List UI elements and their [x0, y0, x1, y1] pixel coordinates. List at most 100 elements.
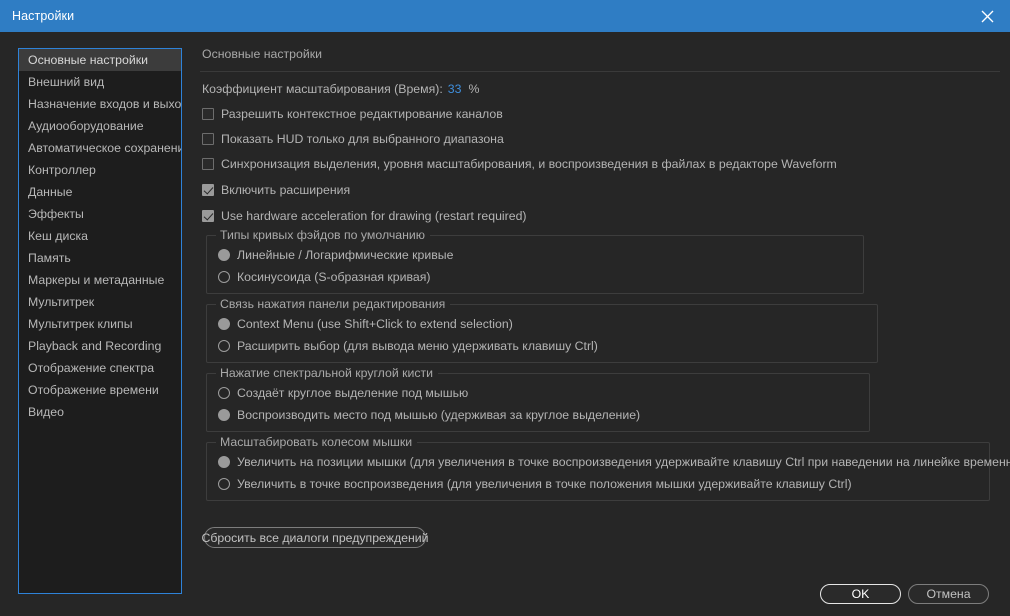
checkbox-enable-extensions[interactable]: Включить расширения: [202, 183, 350, 197]
sidebar-item-memory[interactable]: Память: [19, 247, 181, 269]
checkbox-label: Разрешить контекстное редактирование кан…: [221, 107, 503, 121]
group-spectral-brush-click: Нажатие спектральной круглой кисти Созда…: [206, 366, 870, 432]
reset-warning-dialogs-label: Сбросить все диалоги предупреждений: [201, 530, 429, 545]
sidebar-item-auto-save[interactable]: Автоматическое сохранение: [19, 137, 181, 159]
sidebar-item-time-display[interactable]: Отображение времени: [19, 379, 181, 401]
group-default-fade-curves: Типы кривых фэйдов по умолчанию Линейные…: [206, 228, 864, 294]
checkbox-sync-selection-zoom[interactable]: Синхронизация выделения, уровня масштаби…: [202, 157, 837, 171]
cancel-button[interactable]: Отмена: [908, 584, 989, 604]
sidebar-item-effects[interactable]: Эффекты: [19, 203, 181, 225]
group-title: Нажатие спектральной круглой кисти: [216, 366, 439, 380]
radio-context-menu[interactable]: Context Menu (use Shift+Click to extend …: [218, 317, 513, 331]
radio-label: Увеличить на позиции мышки (для увеличен…: [237, 455, 1010, 469]
radio-label: Косинусоида (S-образная кривая): [237, 270, 431, 284]
settings-content-pane: Основные настройки Коэффициент масштабир…: [194, 38, 1010, 578]
checkbox-icon: [202, 108, 214, 120]
sidebar-item-label: Эффекты: [28, 207, 84, 221]
sidebar-item-control-surface[interactable]: Контроллер: [19, 159, 181, 181]
checkbox-icon: [202, 133, 214, 145]
sidebar-item-video[interactable]: Видео: [19, 401, 181, 423]
checkbox-icon: [202, 184, 214, 196]
radio-label: Расширить выбор (для вывода меню удержив…: [237, 339, 598, 353]
sidebar-item-label: Основные настройки: [28, 53, 148, 67]
sidebar-item-data[interactable]: Данные: [19, 181, 181, 203]
scale-factor-value[interactable]: 33: [448, 82, 462, 96]
radio-create-round-selection[interactable]: Создаёт круглое выделение под мышью: [218, 386, 468, 400]
sidebar-item-multitrack[interactable]: Мультитрек: [19, 291, 181, 313]
scale-factor-label: Коэффициент масштабирования (Время):: [202, 82, 443, 96]
radio-cosine[interactable]: Косинусоида (S-образная кривая): [218, 270, 430, 284]
radio-label: Линейные / Логарифмические кривые: [237, 248, 454, 262]
radio-linear-logarithmic[interactable]: Линейные / Логарифмические кривые: [218, 248, 453, 262]
radio-icon: [218, 271, 230, 283]
checkbox-hud-selected-range[interactable]: Показать HUD только для выбранного диапа…: [202, 132, 504, 146]
radio-play-under-mouse[interactable]: Воспроизводить место под мышью (удержива…: [218, 408, 640, 422]
sidebar-item-label: Playback and Recording: [28, 339, 162, 353]
sidebar-item-label: Память: [28, 251, 71, 265]
close-button[interactable]: [964, 0, 1010, 32]
radio-icon: [218, 249, 230, 261]
sidebar-item-label: Отображение спектра: [28, 361, 155, 375]
header-divider: [200, 71, 1000, 72]
radio-icon: [218, 478, 230, 490]
radio-icon: [218, 409, 230, 421]
sidebar-item-label: Назначение входов и выходов: [28, 97, 182, 111]
radio-icon: [218, 456, 230, 468]
group-title: Связь нажатия панели редактирования: [216, 297, 451, 311]
radio-label: Context Menu (use Shift+Click to extend …: [237, 317, 513, 331]
sidebar-item-io-assignment[interactable]: Назначение входов и выходов: [19, 93, 181, 115]
group-mouse-wheel-zoom: Масштабировать колесом мышки Увеличить н…: [206, 435, 1010, 501]
window-title: Настройки: [12, 9, 75, 23]
sidebar-item-markers-metadata[interactable]: Маркеры и метаданные: [19, 269, 181, 291]
radio-label: Воспроизводить место под мышью (удержива…: [237, 408, 641, 422]
group-title: Типы кривых фэйдов по умолчанию: [216, 228, 430, 242]
sidebar-item-appearance[interactable]: Внешний вид: [19, 71, 181, 93]
sidebar-item-general[interactable]: Основные настройки: [19, 49, 181, 71]
sidebar-item-label: Кеш диска: [28, 229, 88, 243]
sidebar-item-label: Контроллер: [28, 163, 96, 177]
radio-label: Увеличить в точке воспроизведения (для у…: [237, 477, 852, 491]
sidebar-item-label: Мультитрек: [28, 295, 95, 309]
sidebar-item-label: Внешний вид: [28, 75, 105, 89]
group-title: Масштабировать колесом мышки: [216, 435, 418, 449]
settings-category-list[interactable]: Основные настройки Внешний вид Назначени…: [18, 48, 182, 594]
group-edit-panel-click: Связь нажатия панели редактирования Cont…: [206, 297, 878, 363]
ok-button-label: OK: [851, 587, 870, 601]
checkbox-label: Use hardware acceleration for drawing (r…: [221, 209, 527, 223]
radio-zoom-at-playhead[interactable]: Увеличить в точке воспроизведения (для у…: [218, 477, 852, 491]
checkbox-context-channel-editing[interactable]: Разрешить контекстное редактирование кан…: [202, 107, 503, 121]
sidebar-item-label: Видео: [28, 405, 64, 419]
sidebar-item-label: Аудиооборудование: [28, 119, 144, 133]
sidebar-item-multitrack-clips[interactable]: Мультитрек клипы: [19, 313, 181, 335]
sidebar-item-label: Мультитрек клипы: [28, 317, 133, 331]
radio-extend-selection[interactable]: Расширить выбор (для вывода меню удержив…: [218, 339, 598, 353]
title-bar: Настройки: [0, 0, 1010, 32]
scale-factor-unit: %: [468, 82, 480, 96]
checkbox-label: Показать HUD только для выбранного диапа…: [221, 132, 504, 146]
sidebar-item-label: Маркеры и метаданные: [28, 273, 165, 287]
radio-icon: [218, 340, 230, 352]
radio-label: Создаёт круглое выделение под мышью: [237, 386, 469, 400]
reset-warning-dialogs-button[interactable]: Сбросить все диалоги предупреждений: [201, 527, 429, 548]
cancel-button-label: Отмена: [926, 587, 971, 601]
page-title: Основные настройки: [202, 47, 322, 61]
sidebar-item-label: Отображение времени: [28, 383, 159, 397]
checkbox-icon: [202, 158, 214, 170]
sidebar-item-playback-recording[interactable]: Playback and Recording: [19, 335, 181, 357]
sidebar-item-audio-hardware[interactable]: Аудиооборудование: [19, 115, 181, 137]
radio-icon: [218, 387, 230, 399]
checkbox-icon: [202, 210, 214, 222]
sidebar-item-label: Автоматическое сохранение: [28, 141, 182, 155]
ok-button[interactable]: OK: [820, 584, 901, 604]
dialog-body: Основные настройки Внешний вид Назначени…: [0, 32, 1010, 616]
checkbox-label: Синхронизация выделения, уровня масштаби…: [221, 157, 837, 171]
radio-zoom-at-mouse[interactable]: Увеличить на позиции мышки (для увеличен…: [218, 455, 1010, 469]
sidebar-item-spectral-display[interactable]: Отображение спектра: [19, 357, 181, 379]
radio-icon: [218, 318, 230, 330]
checkbox-hardware-acceleration[interactable]: Use hardware acceleration for drawing (r…: [202, 209, 527, 223]
settings-dialog: Настройки Основные настройки Внешний вид…: [0, 0, 1010, 616]
scale-factor-row: Коэффициент масштабирования (Время): 33%: [202, 82, 479, 96]
close-icon: [981, 10, 993, 22]
sidebar-item-disk-cache[interactable]: Кеш диска: [19, 225, 181, 247]
checkbox-label: Включить расширения: [221, 183, 351, 197]
